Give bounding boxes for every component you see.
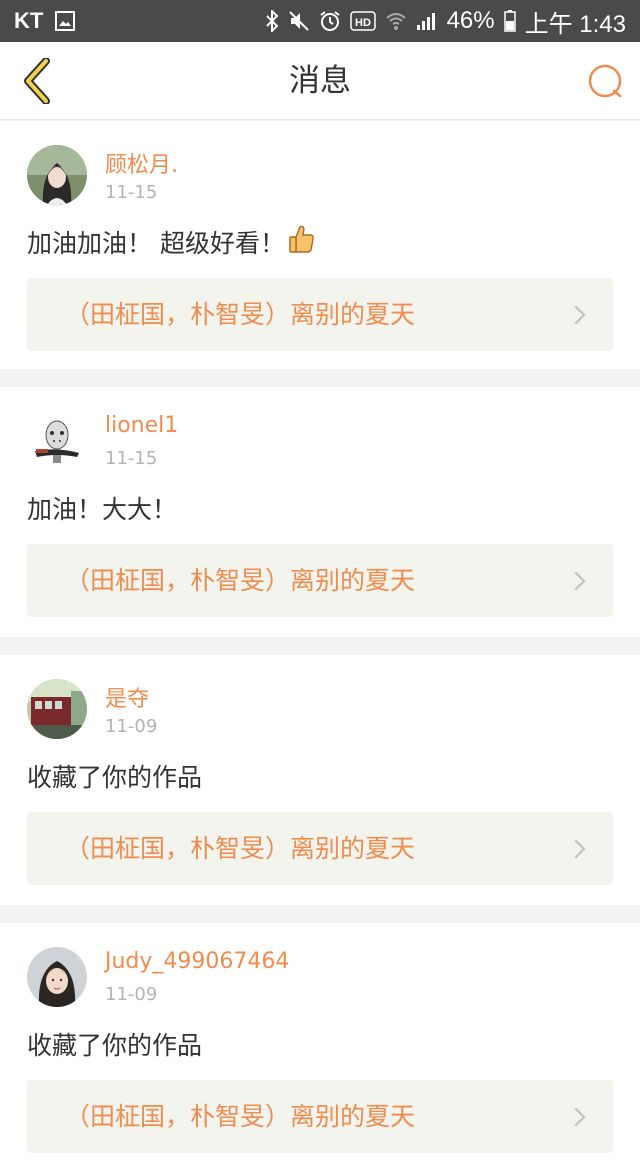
battery-percent: 46% bbox=[446, 7, 495, 34]
message-text: 加油加油！ 超级好看！ bbox=[27, 229, 285, 258]
work-title: （田柾国，朴智旻）离别的夏天 bbox=[65, 834, 416, 863]
work-title: （田柾国，朴智旻）离别的夏天 bbox=[65, 1102, 416, 1131]
message-text-row: 加油！大大！ bbox=[27, 490, 177, 526]
work-link[interactable]: （田柾国，朴智旻）离别的夏天 bbox=[27, 278, 613, 351]
carrier-label: KT bbox=[14, 8, 44, 33]
work-title: （田柾国，朴智旻）离别的夏天 bbox=[65, 566, 416, 595]
username[interactable]: 是夺 bbox=[105, 681, 149, 713]
message-text: 加油！大大！ bbox=[27, 495, 178, 524]
signal-icon bbox=[416, 11, 438, 31]
message-text-row: 加油加油！ 超级好看！ bbox=[27, 224, 315, 260]
battery-icon bbox=[503, 10, 516, 32]
svg-text:HD: HD bbox=[355, 17, 371, 29]
message-date: 11-15 bbox=[105, 182, 158, 203]
search-button[interactable] bbox=[584, 60, 628, 104]
page-title: 消息 bbox=[289, 63, 351, 99]
message-text: 收藏了你的作品 bbox=[27, 1031, 203, 1060]
message-text-row: 收藏了你的作品 bbox=[27, 1026, 202, 1062]
search-icon bbox=[588, 64, 622, 98]
message-text: 收藏了你的作品 bbox=[27, 763, 203, 792]
work-link[interactable]: （田柾国，朴智旻）离别的夏天 bbox=[27, 812, 613, 885]
username[interactable]: 顾松月. bbox=[105, 147, 178, 179]
wifi-icon bbox=[385, 11, 407, 31]
message-card: lionel1 11-15 加油！大大！ （田柾国，朴智旻）离别的夏天 bbox=[0, 387, 640, 637]
message-date: 11-15 bbox=[105, 448, 158, 469]
message-date: 11-09 bbox=[105, 716, 158, 737]
alarm-icon bbox=[319, 10, 341, 32]
bluetooth-icon bbox=[265, 10, 279, 32]
message-card: 是夺 11-09 收藏了你的作品 （田柾国，朴智旻）离别的夏天 bbox=[0, 655, 640, 905]
work-link[interactable]: （田柾国，朴智旻）离别的夏天 bbox=[27, 544, 613, 617]
avatar[interactable] bbox=[27, 947, 87, 1007]
avatar[interactable] bbox=[27, 679, 87, 739]
message-list: 顾松月. 11-15 加油加油！ 超级好看！ （田柾国，朴智旻）离别的夏天 li… bbox=[0, 121, 640, 1173]
back-button[interactable] bbox=[14, 56, 60, 106]
avatar[interactable] bbox=[27, 145, 87, 205]
message-text-row: 收藏了你的作品 bbox=[27, 758, 202, 794]
work-title: （田柾国，朴智旻）离别的夏天 bbox=[65, 300, 416, 329]
gallery-icon bbox=[55, 11, 76, 31]
mute-icon bbox=[288, 10, 310, 32]
chevron-right-icon bbox=[574, 1107, 586, 1127]
avatar[interactable] bbox=[27, 411, 87, 471]
header-bar: 消息 bbox=[0, 42, 640, 120]
back-arrow-icon bbox=[24, 58, 50, 104]
username[interactable]: lionel1 bbox=[105, 413, 178, 438]
message-date: 11-09 bbox=[105, 984, 158, 1005]
chevron-right-icon bbox=[574, 571, 586, 591]
username[interactable]: Judy_499067464 bbox=[105, 949, 289, 974]
clock: 上午 1:43 bbox=[524, 10, 626, 38]
chevron-right-icon bbox=[574, 839, 586, 859]
thumbs-up-icon bbox=[289, 224, 315, 260]
hd-icon: HD bbox=[349, 11, 376, 31]
message-card: 顾松月. 11-15 加油加油！ 超级好看！ （田柾国，朴智旻）离别的夏天 bbox=[0, 121, 640, 369]
work-link[interactable]: （田柾国，朴智旻）离别的夏天 bbox=[27, 1080, 613, 1153]
message-card: Judy_499067464 11-09 收藏了你的作品 （田柾国，朴智旻）离别… bbox=[0, 923, 640, 1173]
chevron-right-icon bbox=[574, 305, 586, 325]
status-bar: KT HD 46% 上午 1:43 bbox=[0, 0, 640, 42]
